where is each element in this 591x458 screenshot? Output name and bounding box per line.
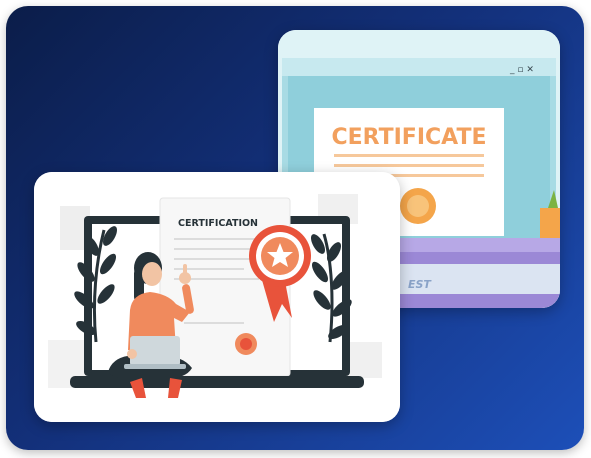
certification-illustration-card: CERTIFICATION — [34, 172, 400, 422]
certification-illustration: CERTIFICATION — [34, 172, 400, 422]
small-laptop-icon — [130, 336, 180, 366]
window-controls: _ ▫ ✕ — [509, 65, 534, 75]
certificate-heading: CERTIFICATE — [331, 125, 486, 150]
partial-text: EST — [408, 278, 432, 291]
certification-heading: CERTIFICATION — [178, 218, 258, 229]
laptop-base — [70, 376, 364, 388]
